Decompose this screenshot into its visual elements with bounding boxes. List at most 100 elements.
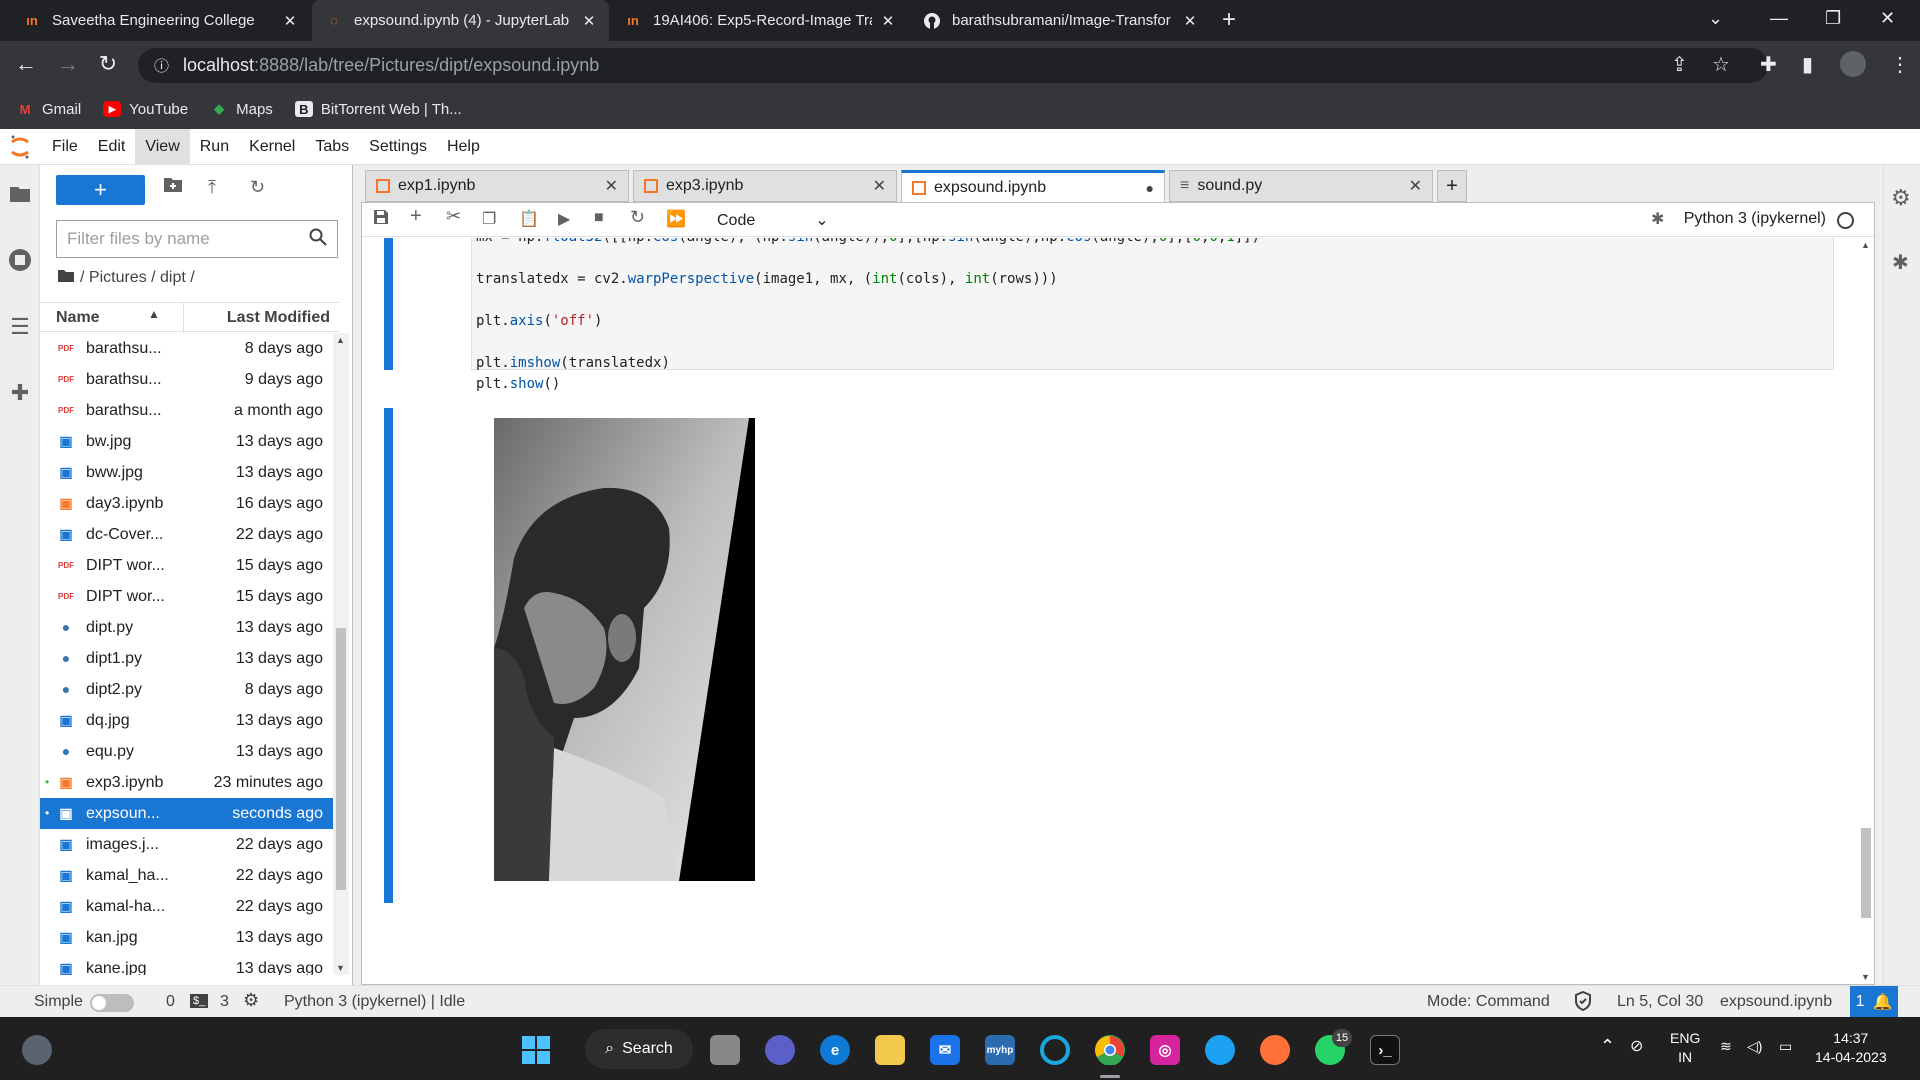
close-tab-icon[interactable]: ✕ [581,12,597,30]
file-list-item[interactable]: • ▣ exp3.ipynb 23 minutes ago [40,767,333,798]
profile-avatar[interactable] [1840,51,1866,77]
wifi-icon[interactable]: ≋ [1720,1037,1732,1056]
file-list-item[interactable]: PDF DIPT wor... 15 days ago [40,550,333,581]
kernel-gear-icon[interactable]: ⚙ [243,990,259,1011]
browser-menu-icon[interactable]: ⋮ [1890,52,1910,77]
breadcrumb-path[interactable]: / Pictures / dipt / [80,269,195,287]
menu-view[interactable]: View [135,128,190,165]
alexa-icon[interactable] [1040,1035,1070,1065]
scrollbar-thumb[interactable] [1861,828,1871,918]
scroll-up-icon[interactable]: ▲ [1861,240,1870,250]
close-tab-icon[interactable]: ✕ [880,12,896,30]
insert-cell-icon[interactable]: + [410,205,422,228]
close-window-icon[interactable]: ✕ [1880,8,1895,29]
table-of-contents-icon[interactable]: ☰ [6,314,34,342]
file-list-item[interactable]: ▣ kan.jpg 13 days ago [40,922,333,953]
show-hidden-icons-icon[interactable]: ⌃ [1600,1037,1615,1056]
filter-files-input[interactable]: Filter files by name [56,220,338,258]
minimize-icon[interactable]: — [1770,8,1788,29]
kernel-status[interactable]: Python 3 (ipykernel) | Idle [284,993,465,1011]
kernels-count[interactable]: 3 [220,993,229,1011]
file-list-item[interactable]: PDF barathsu... 9 days ago [40,364,333,395]
debugger-bug-icon[interactable]: ✱ [1651,209,1664,229]
file-list-item[interactable]: ▣ images.j... 22 days ago [40,829,333,860]
edge-browser-icon[interactable]: e [820,1035,850,1065]
share-icon[interactable]: ⇪ [1671,52,1688,77]
notifications-button[interactable]: 1 🔔 [1850,986,1898,1018]
browser-tab[interactable]: barathsubramani/Image-Transfor ✕ [910,0,1210,41]
instagram-icon[interactable]: ◎ [1150,1035,1180,1065]
bookmark-star-icon[interactable]: ☆ [1712,52,1730,77]
site-info-icon[interactable]: ⓘ [154,55,169,76]
bookmark-maps[interactable]: ◆ Maps [210,101,273,118]
file-list-item[interactable]: ● dipt2.py 8 days ago [40,674,333,705]
taskbar-search-button[interactable]: ⌕ Search [585,1029,693,1069]
task-view-icon[interactable] [710,1035,740,1065]
restart-run-all-icon[interactable]: ⏩ [666,209,686,229]
close-icon[interactable]: ✕ [1409,176,1422,196]
language-indicator[interactable]: ENG IN [1670,1029,1700,1067]
chrome-icon[interactable] [1095,1035,1125,1065]
mail-icon[interactable]: ✉ [930,1035,960,1065]
folder-icon[interactable] [6,183,34,211]
debugger-bug-icon[interactable]: ✱ [1892,250,1909,275]
scrollbar-thumb[interactable] [336,628,346,890]
file-list-item[interactable]: PDF barathsu... a month ago [40,395,333,426]
myhp-icon[interactable]: myhp [985,1035,1015,1065]
doc-tab[interactable]: exp1.ipynb ✕ [365,170,629,202]
bookmark-gmail[interactable]: M Gmail [16,101,82,118]
firefox-icon[interactable] [1260,1035,1290,1065]
back-icon[interactable]: ← [12,51,40,77]
terminal-icon[interactable]: ›_ [1370,1035,1400,1065]
file-list-item[interactable]: ▣ dq.jpg 13 days ago [40,705,333,736]
copy-icon[interactable]: ❐ [482,209,496,229]
side-panel-icon[interactable]: ▮ [1802,52,1813,77]
column-name-header[interactable]: Name [56,309,100,327]
close-tab-icon[interactable]: ✕ [1182,12,1198,30]
upload-icon[interactable]: ⤒ [208,177,216,198]
paste-icon[interactable]: 📋 [519,209,539,229]
battery-icon[interactable]: ▭ [1779,1037,1792,1056]
scroll-up-icon[interactable]: ▲ [336,335,345,345]
kernel-name[interactable]: Python 3 (ipykernel) [1684,210,1826,228]
volume-icon[interactable]: ◁) [1747,1037,1762,1056]
browser-tab-active[interactable]: ◌ expsound.ipynb (4) - JupyterLab ✕ [312,0,609,41]
notebook-scrollbar[interactable]: ▲ ▼ [1858,238,1874,984]
close-tab-icon[interactable]: ✕ [282,12,298,30]
menu-edit[interactable]: Edit [88,129,136,165]
terminal-icon[interactable]: $_ [190,994,209,1008]
restart-kernel-icon[interactable]: ↻ [630,207,645,228]
file-list-item[interactable]: ▣ kamal_ha... 22 days ago [40,860,333,891]
file-list-item[interactable]: • ▣ expsoun... seconds ago [40,798,333,829]
menu-tabs[interactable]: Tabs [305,129,359,165]
file-list-item[interactable]: ● dipt1.py 13 days ago [40,643,333,674]
menu-settings[interactable]: Settings [359,129,437,165]
menu-kernel[interactable]: Kernel [239,129,305,165]
teams-chat-icon[interactable] [765,1035,795,1065]
file-list-item[interactable]: ▣ dc-Cover... 22 days ago [40,519,333,550]
doc-tab[interactable]: exp3.ipynb ✕ [633,170,897,202]
weather-widget-icon[interactable] [22,1035,52,1065]
forward-icon[interactable]: → [54,51,82,77]
bookmark-bittorrent[interactable]: B BitTorrent Web | Th... [294,101,462,118]
new-folder-icon[interactable] [163,177,183,198]
refresh-icon[interactable]: ↻ [250,177,265,198]
windows-start-icon[interactable] [521,1035,551,1065]
cursor-position[interactable]: Ln 5, Col 30 [1617,993,1703,1011]
file-list-item[interactable]: PDF barathsu... 8 days ago [40,333,333,364]
address-bar[interactable]: ⓘ localhost:8888/lab/tree/Pictures/dipt/… [138,48,1768,83]
cut-icon[interactable]: ✂ [446,206,461,227]
menu-run[interactable]: Run [190,129,239,165]
browser-tab[interactable]: ın 19AI406: Exp5-Record-Image Tra ✕ [611,0,908,41]
bookmark-youtube[interactable]: ▶ YouTube [103,101,188,118]
doc-tab-active[interactable]: expsound.ipynb ● [901,170,1165,202]
file-list-item[interactable]: PDF DIPT wor... 15 days ago [40,581,333,612]
file-list-item[interactable]: ● dipt.py 13 days ago [40,612,333,643]
file-list-item[interactable]: ▣ kamal-ha... 22 days ago [40,891,333,922]
new-tab-button[interactable]: + [1222,6,1236,34]
file-list-item[interactable]: ▣ kane.jpg 13 days ago [40,953,333,976]
menu-file[interactable]: File [42,129,88,165]
new-launcher-button[interactable]: + [56,175,145,205]
file-list-item[interactable]: ▣ bww.jpg 13 days ago [40,457,333,488]
extension-manager-icon[interactable]: ✚ [6,380,34,408]
